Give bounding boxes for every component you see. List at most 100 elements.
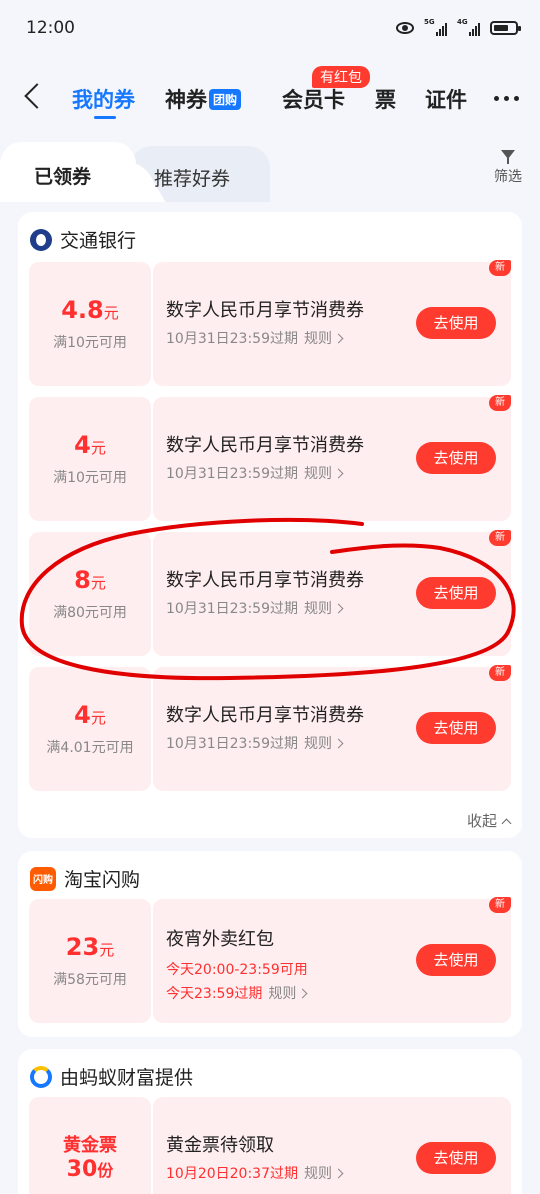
filter-icon <box>501 150 515 164</box>
coupon-group-taobao: 闪购 淘宝闪购 23元 满58元可用 夜宵外卖红包 今天20:00-23:59可… <box>18 851 522 1037</box>
coupon-amount: 23元 <box>65 933 115 961</box>
coupon-expiry: 10月31日23:59过期 规则 <box>166 463 344 483</box>
coupon-rule-link[interactable]: 规则 <box>304 331 344 347</box>
battery-icon <box>490 21 521 35</box>
use-coupon-button[interactable]: 去使用 <box>416 944 496 976</box>
coupon-rule-link[interactable]: 规则 <box>304 466 344 482</box>
coupon-title: 数字人民币月享节消费券 <box>166 300 364 321</box>
new-badge: 新 <box>489 665 511 681</box>
chevron-right-icon <box>333 603 344 614</box>
use-coupon-button[interactable]: 去使用 <box>416 712 496 744</box>
coupon-amount: 8元 <box>74 566 106 594</box>
new-badge: 新 <box>489 395 511 411</box>
chevron-up-icon <box>501 818 512 829</box>
coupon-condition: 满4.01元可用 <box>46 740 134 756</box>
coupon-value-panel: 4元 满4.01元可用 <box>29 667 151 791</box>
group-title: 淘宝闪购 <box>64 869 141 891</box>
coupon-value-panel: 4元 满10元可用 <box>29 397 151 521</box>
use-coupon-button[interactable]: 去使用 <box>416 307 496 339</box>
use-coupon-button[interactable]: 去使用 <box>416 577 496 609</box>
new-badge: 新 <box>489 530 511 546</box>
coupon-title: 黄金票待领取 <box>166 1135 274 1156</box>
coupon-card: 黄金票 30份 黄金票待领取 10月20日20:37过期 规则 去使用 <box>29 1097 511 1194</box>
coupon-card: 4.8元 满10元可用 数字人民币月享节消费券 10月31日23:59过期 规则 … <box>29 260 511 386</box>
chevron-right-icon <box>297 988 308 999</box>
coupon-title: 数字人民币月享节消费券 <box>166 570 364 591</box>
coupon-rule-link[interactable]: 规则 <box>304 601 344 617</box>
coupon-amount: 30份 <box>66 1157 114 1182</box>
use-coupon-button[interactable]: 去使用 <box>416 442 496 474</box>
coupon-rule-link[interactable]: 规则 <box>268 986 308 1002</box>
use-coupon-button[interactable]: 去使用 <box>416 1142 496 1174</box>
signal-4g-icon: 4G <box>457 18 480 36</box>
coupon-condition: 满10元可用 <box>53 335 127 351</box>
coupon-expiry: 10月31日23:59过期 规则 <box>166 328 344 348</box>
group-header: 交通银行 <box>30 226 136 253</box>
coupon-condition: 满58元可用 <box>53 972 127 988</box>
coupon-title: 夜宵外卖红包 <box>166 929 274 950</box>
coupon-expiry: 今天23:59过期 规则 <box>166 983 308 1003</box>
coupon-info-panel: 数字人民币月享节消费券 10月31日23:59过期 规则 去使用 新 <box>153 395 511 521</box>
group-title: 交通银行 <box>60 230 137 252</box>
collapse-button[interactable]: 收起 <box>467 810 512 831</box>
coupon-expiry: 10月20日20:37过期 规则 <box>166 1163 344 1183</box>
status-icons: 5G 4G <box>396 18 521 36</box>
tab-received[interactable]: 已领券 <box>34 162 91 189</box>
more-icon[interactable] <box>494 96 519 101</box>
coupon-title: 数字人民币月享节消费券 <box>166 705 364 726</box>
tab-super-coupons-label: 神券 <box>165 88 207 112</box>
red-packet-badge: 有红包 <box>312 66 370 88</box>
coupon-group-bocom: 交通银行 4.8元 满10元可用 数字人民币月享节消费券 10月31日23:59… <box>18 212 522 838</box>
tab-super-coupons[interactable]: 神券 团购 <box>165 84 242 114</box>
coupon-time-range: 今天20:00-23:59可用 <box>166 962 308 978</box>
ant-fortune-logo-icon <box>30 1065 52 1088</box>
tab-my-coupons[interactable]: 我的券 <box>72 84 135 114</box>
coupon-info-panel: 数字人民币月享节消费券 10月31日23:59过期 规则 去使用 新 <box>153 530 511 656</box>
eye-icon <box>396 22 414 34</box>
tab-tickets[interactable]: 票 <box>375 84 396 114</box>
coupon-card: 23元 满58元可用 夜宵外卖红包 今天20:00-23:59可用 今天23:5… <box>29 897 511 1023</box>
active-tab-indicator <box>94 116 116 119</box>
coupon-title: 数字人民币月享节消费券 <box>166 435 364 456</box>
coupon-info-panel: 黄金票待领取 10月20日20:37过期 规则 去使用 <box>153 1097 511 1194</box>
coupon-card: 8元 满80元可用 数字人民币月享节消费券 10月31日23:59过期 规则 去使… <box>29 530 511 656</box>
chevron-right-icon <box>333 333 344 344</box>
coupon-card: 4元 满4.01元可用 数字人民币月享节消费券 10月31日23:59过期 规则 … <box>29 665 511 791</box>
coupon-expiry: 10月31日23:59过期 规则 <box>166 598 344 618</box>
coupon-info-panel: 数字人民币月享节消费券 10月31日23:59过期 规则 去使用 新 <box>153 260 511 386</box>
group-buy-badge: 团购 <box>209 89 242 110</box>
coupon-value-panel: 23元 满58元可用 <box>29 899 151 1023</box>
taobao-flash-logo-icon: 闪购 <box>30 866 56 891</box>
bocom-logo-icon <box>30 228 52 251</box>
coupon-type: 黄金票 <box>63 1135 117 1156</box>
coupon-rule-link[interactable]: 规则 <box>304 736 344 752</box>
filter-label: 筛选 <box>494 169 522 185</box>
segment-tabs: 已领券 推荐好券 筛选 <box>0 142 540 212</box>
tab-recommended[interactable]: 推荐好券 <box>154 164 230 191</box>
status-time: 12:00 <box>26 18 75 38</box>
tab-documents[interactable]: 证件 <box>425 84 467 114</box>
coupon-group-ant-fortune: 由蚂蚁财富提供 黄金票 30份 黄金票待领取 10月20日20:37过期 规则 去… <box>18 1049 522 1194</box>
coupon-value-panel: 4.8元 满10元可用 <box>29 262 151 386</box>
coupon-condition: 满80元可用 <box>53 605 127 621</box>
coupon-rule-link[interactable]: 规则 <box>304 1166 344 1182</box>
filter-button[interactable]: 筛选 <box>488 150 528 186</box>
back-arrow-icon[interactable] <box>22 84 44 110</box>
coupon-info-panel: 数字人民币月享节消费券 10月31日23:59过期 规则 去使用 新 <box>153 665 511 791</box>
chevron-right-icon <box>333 1168 344 1179</box>
coupon-value-panel: 黄金票 30份 <box>29 1097 151 1194</box>
coupon-value-panel: 8元 满80元可用 <box>29 532 151 656</box>
coupon-card: 4元 满10元可用 数字人民币月享节消费券 10月31日23:59过期 规则 去使… <box>29 395 511 521</box>
coupon-amount: 4元 <box>74 701 106 729</box>
group-title: 由蚂蚁财富提供 <box>60 1067 194 1089</box>
coupon-info-panel: 夜宵外卖红包 今天20:00-23:59可用 今天23:59过期 规则 去使用 新 <box>153 897 511 1023</box>
signal-5g-icon: 5G <box>424 18 447 36</box>
coupon-expiry: 10月31日23:59过期 规则 <box>166 733 344 753</box>
coupon-amount: 4元 <box>74 431 106 459</box>
new-badge: 新 <box>489 897 511 913</box>
chevron-right-icon <box>333 738 344 749</box>
group-header: 由蚂蚁财富提供 <box>30 1063 193 1090</box>
top-nav: 我的券 神券 团购 会员卡 有红包 票 证件 <box>0 58 540 138</box>
tab-membership-card[interactable]: 会员卡 <box>282 84 345 114</box>
chevron-right-icon <box>333 468 344 479</box>
